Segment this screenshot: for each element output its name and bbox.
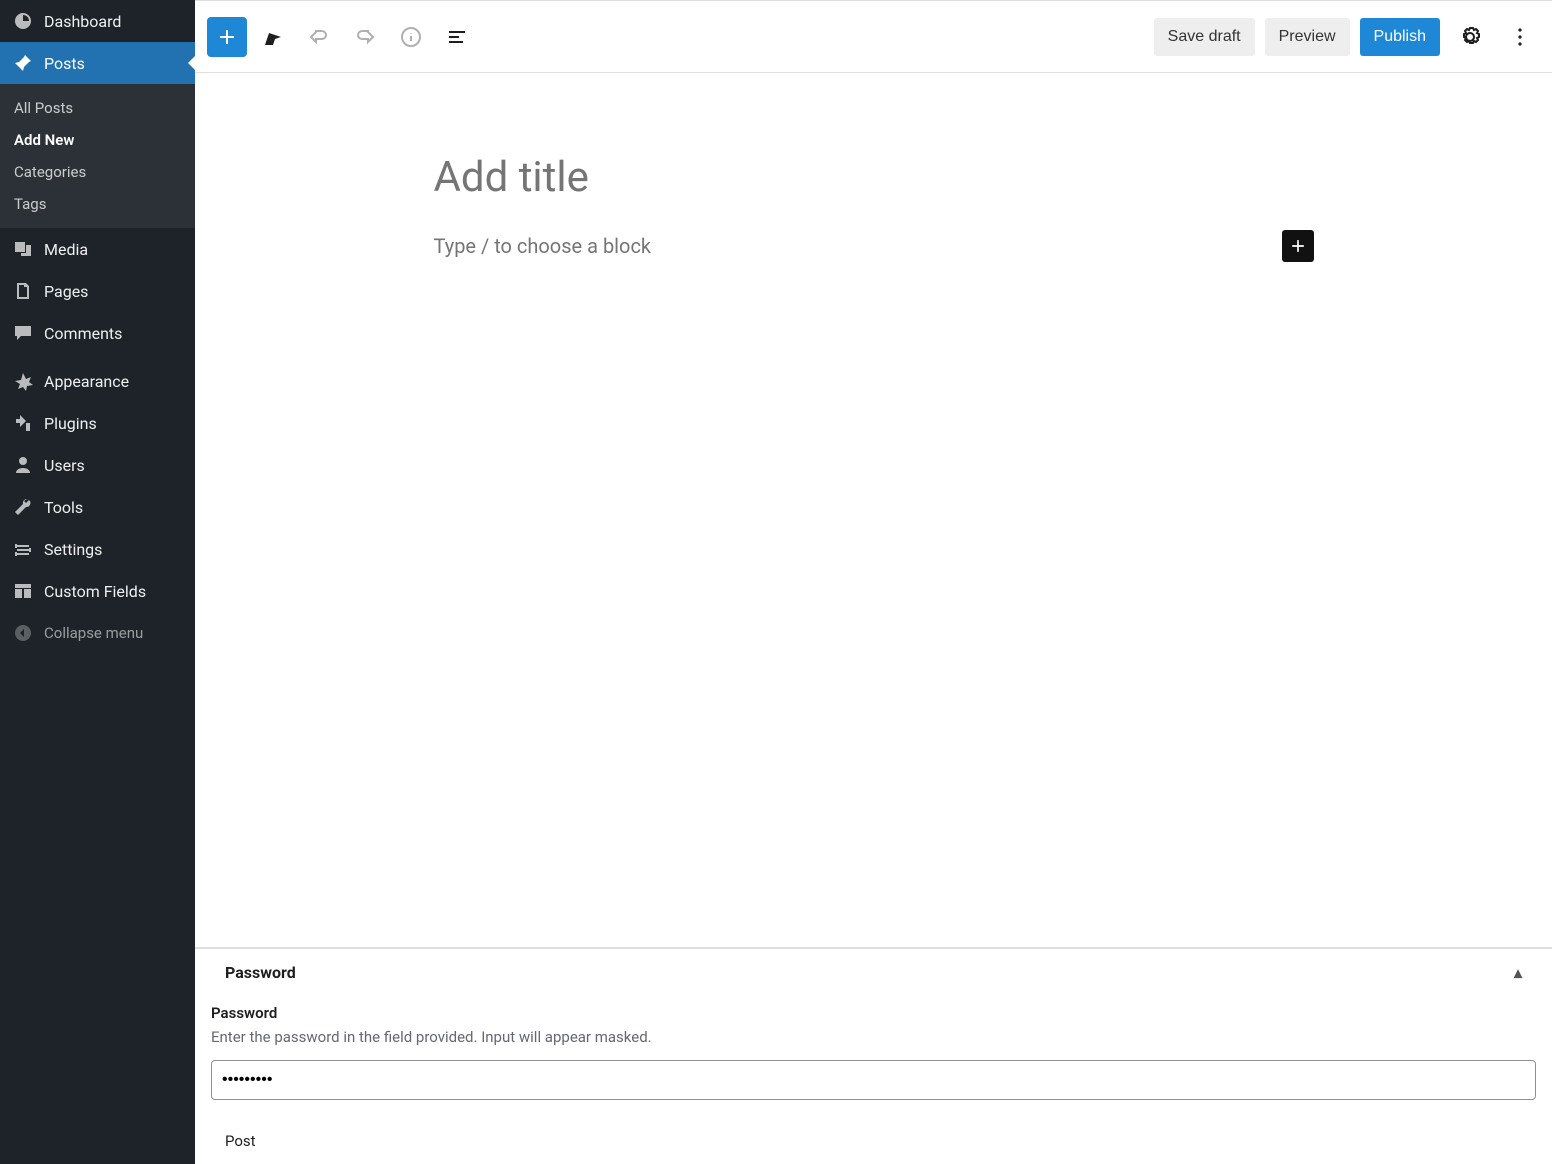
settings-panel-toggle[interactable] (1450, 17, 1490, 57)
plugins-icon (12, 412, 34, 434)
sidebar-item-tools[interactable]: Tools (0, 486, 195, 528)
preview-button[interactable]: Preview (1265, 18, 1350, 56)
settings-icon (12, 538, 34, 560)
metabox-title: Password (225, 963, 296, 982)
sidebar-item-plugins[interactable]: Plugins (0, 402, 195, 444)
editor-topbar: Save draft Preview Publish (195, 1, 1552, 73)
sidebar-item-label: Settings (44, 540, 102, 559)
sidebar-item-comments[interactable]: Comments (0, 312, 195, 354)
sidebar-sub-add-new[interactable]: Add New (0, 124, 195, 156)
tools-select-button[interactable] (253, 17, 293, 57)
editor-canvas: Add title Type / to choose a block (195, 73, 1552, 948)
admin-sidebar: Dashboard Posts All Posts Add New Catego… (0, 0, 195, 1164)
redo-button[interactable] (345, 17, 385, 57)
sidebar-item-label: Pages (44, 282, 88, 301)
sidebar-sub-all-posts[interactable]: All Posts (0, 92, 195, 124)
sidebar-sub-tags[interactable]: Tags (0, 188, 195, 220)
outline-button[interactable] (437, 17, 477, 57)
undo-button[interactable] (299, 17, 339, 57)
sidebar-item-label: Users (44, 456, 85, 475)
details-button[interactable] (391, 17, 431, 57)
save-draft-button[interactable]: Save draft (1154, 18, 1255, 56)
sidebar-item-custom-fields[interactable]: Custom Fields (0, 570, 195, 612)
password-input[interactable] (211, 1060, 1536, 1100)
tools-icon (12, 496, 34, 518)
sidebar-item-label: Appearance (44, 372, 129, 391)
appearance-icon (12, 370, 34, 392)
collapse-icon (12, 622, 34, 644)
metabox-header[interactable]: Password ▴ (195, 949, 1552, 996)
sidebar-item-label: Comments (44, 324, 122, 343)
metabox-field-label: Password (211, 1004, 1536, 1022)
metabox-area: Password ▴ Password Enter the password i… (195, 948, 1552, 1164)
sidebar-item-media[interactable]: Media (0, 228, 195, 270)
metabox-field-desc: Enter the password in the field provided… (211, 1028, 1536, 1046)
sidebar-submenu-posts: All Posts Add New Categories Tags (0, 84, 195, 228)
sidebar-item-label: Plugins (44, 414, 97, 433)
block-prompt[interactable]: Type / to choose a block (434, 234, 1282, 258)
comments-icon (12, 322, 34, 344)
sidebar-item-users[interactable]: Users (0, 444, 195, 486)
block-inserter-button[interactable] (207, 17, 247, 57)
publish-button[interactable]: Publish (1360, 18, 1440, 56)
sidebar-item-pages[interactable]: Pages (0, 270, 195, 312)
dashboard-icon (12, 10, 34, 32)
custom-fields-icon (12, 580, 34, 602)
sidebar-item-label: Media (44, 240, 88, 259)
main-area: Save draft Preview Publish Add title Typ… (195, 0, 1552, 1164)
sidebar-item-label: Custom Fields (44, 582, 146, 601)
block-appender-button[interactable] (1282, 230, 1314, 262)
sidebar-item-label: Tools (44, 498, 83, 517)
sidebar-item-label: Posts (44, 54, 85, 73)
sidebar-collapse[interactable]: Collapse menu (0, 612, 195, 654)
sidebar-item-settings[interactable]: Settings (0, 528, 195, 570)
pages-icon (12, 280, 34, 302)
post-title-input[interactable]: Add title (434, 153, 1314, 202)
post-footer-label: Post (195, 1118, 1552, 1164)
users-icon (12, 454, 34, 476)
sidebar-item-posts[interactable]: Posts (0, 42, 195, 84)
metabox-toggle-icon[interactable]: ▴ (1514, 963, 1522, 982)
sidebar-item-appearance[interactable]: Appearance (0, 360, 195, 402)
sidebar-item-dashboard[interactable]: Dashboard (0, 0, 195, 42)
pin-icon (12, 52, 34, 74)
media-icon (12, 238, 34, 260)
sidebar-sub-categories[interactable]: Categories (0, 156, 195, 188)
sidebar-collapse-label: Collapse menu (44, 624, 143, 642)
sidebar-item-label: Dashboard (44, 12, 121, 31)
more-options-button[interactable] (1500, 17, 1540, 57)
